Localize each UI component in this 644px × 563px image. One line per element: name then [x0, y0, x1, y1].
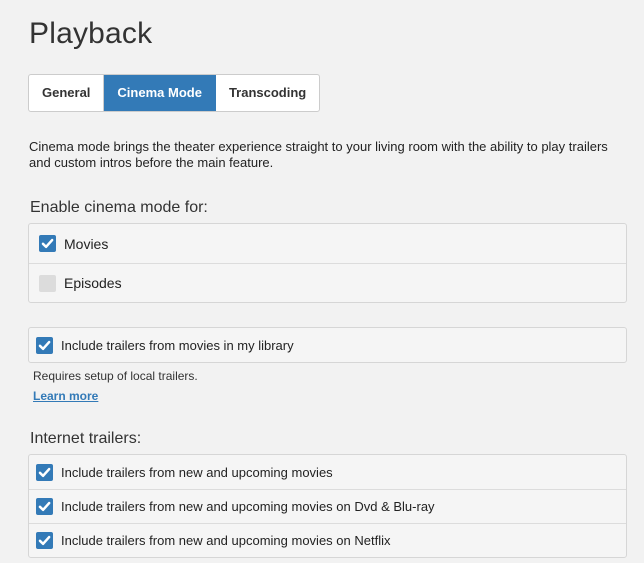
checkmark-icon: [38, 467, 51, 477]
page-title: Playback: [29, 17, 153, 50]
episodes-label: Episodes: [64, 275, 122, 291]
dvd-bluray-trailers-checkbox[interactable]: [36, 498, 53, 515]
episodes-checkbox[interactable]: [39, 274, 56, 292]
upcoming-trailers-checkbox[interactable]: [36, 463, 53, 481]
tab-general[interactable]: General: [29, 75, 105, 111]
enable-section-heading: Enable cinema mode for:: [30, 199, 208, 216]
local-trailers-group: Include trailers from movies in my libra…: [28, 327, 627, 363]
tab-transcoding[interactable]: Transcoding: [216, 75, 319, 111]
local-trailers-checkbox[interactable]: [36, 336, 53, 354]
dvd-bluray-trailers-label: Include trailers from new and upcoming m…: [61, 499, 435, 514]
movies-label: Movies: [64, 235, 109, 252]
movies-checkbox[interactable]: [39, 235, 56, 252]
local-trailers-note: Requires setup of local trailers.: [33, 369, 198, 383]
checkmark-icon: [38, 340, 51, 350]
local-trailers-row[interactable]: Include trailers from movies in my libra…: [29, 328, 626, 362]
checkmark-icon: [41, 238, 54, 249]
tab-bar: General Cinema Mode Transcoding: [28, 74, 321, 112]
dvd-bluray-trailers-row[interactable]: Include trailers from new and upcoming m…: [29, 489, 626, 523]
internet-trailers-group: Include trailers from new and upcoming m…: [28, 454, 627, 558]
learn-more-link[interactable]: Learn more: [33, 389, 98, 403]
netflix-trailers-checkbox[interactable]: [36, 532, 53, 549]
netflix-trailers-row[interactable]: Include trailers from new and upcoming m…: [29, 523, 626, 557]
episodes-option-row[interactable]: Episodes: [29, 263, 626, 302]
local-trailers-label: Include trailers from movies in my libra…: [61, 337, 294, 353]
checkmark-icon: [38, 501, 51, 512]
tab-cinema-mode[interactable]: Cinema Mode: [104, 75, 216, 111]
netflix-trailers-label: Include trailers from new and upcoming m…: [61, 533, 391, 548]
intro-description: Cinema mode brings the theater experienc…: [29, 139, 608, 170]
checkmark-icon: [38, 535, 51, 546]
upcoming-trailers-row[interactable]: Include trailers from new and upcoming m…: [29, 455, 626, 489]
internet-trailers-heading: Internet trailers:: [30, 430, 142, 447]
movies-option-row[interactable]: Movies: [29, 224, 626, 263]
upcoming-trailers-label: Include trailers from new and upcoming m…: [61, 464, 333, 480]
enable-options-group: Movies Episodes: [28, 223, 627, 303]
